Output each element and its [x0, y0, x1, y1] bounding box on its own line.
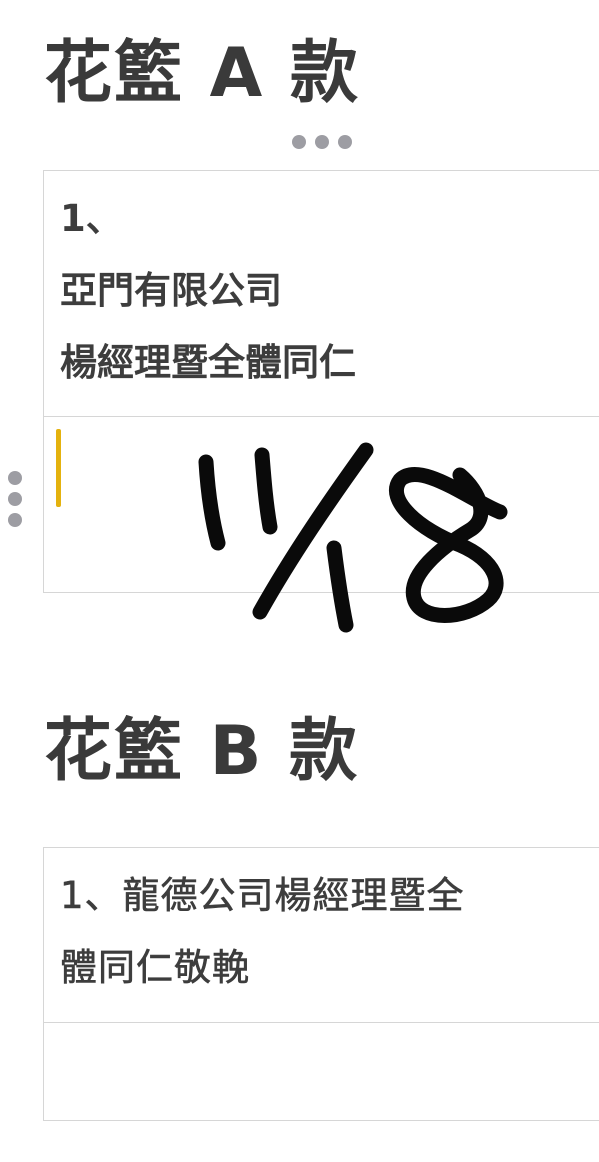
row-drag-handle-icon[interactable] [8, 471, 22, 527]
cell-line: 體同仁敬輓 [60, 946, 250, 990]
table-a-cell-1[interactable]: 1、 亞門有限公司 楊經理暨全體同仁 [44, 171, 599, 417]
dot-icon [315, 135, 329, 149]
section-title-a[interactable]: 花籃 A 款 [44, 40, 360, 108]
dot-icon [292, 135, 306, 149]
table-more-options-icon[interactable] [292, 135, 352, 149]
dot-icon [8, 492, 22, 506]
table-b: 1、龍德公司楊經理暨全 體同仁敬輓 [43, 847, 599, 1121]
cell-line: 亞門有限公司 [60, 269, 282, 312]
cell-line: 1、龍德公司楊經理暨全 [60, 874, 465, 918]
table-b-cell-2[interactable] [44, 1023, 599, 1120]
table-a-cell-2[interactable] [44, 417, 599, 592]
table-a: 1、 亞門有限公司 楊經理暨全體同仁 [43, 170, 599, 593]
dot-icon [338, 135, 352, 149]
section-title-b[interactable]: 花籃 B 款 [44, 718, 359, 786]
text-cursor [56, 429, 61, 507]
dot-icon [8, 471, 22, 485]
cell-line: 楊經理暨全體同仁 [60, 341, 356, 384]
note-page: 花籃 A 款 1、 亞門有限公司 楊經理暨全體同仁 花籃 B 款 1、龍德公司楊… [0, 0, 599, 1162]
table-b-cell-1[interactable]: 1、龍德公司楊經理暨全 體同仁敬輓 [44, 848, 599, 1023]
cell-line: 1、 [60, 197, 123, 240]
dot-icon [8, 513, 22, 527]
